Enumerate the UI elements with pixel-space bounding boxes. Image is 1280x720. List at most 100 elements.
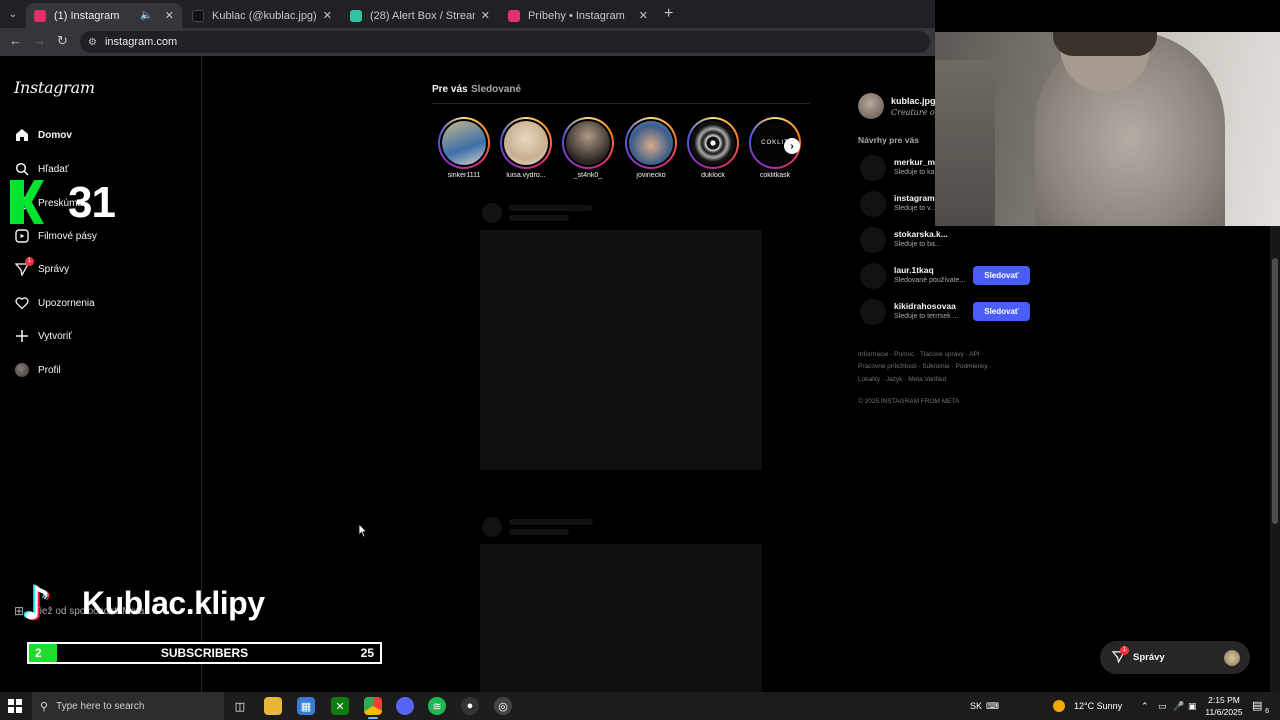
file-explorer-icon[interactable]: [264, 697, 282, 715]
current-username[interactable]: kublac.jpg: [891, 96, 936, 106]
close-tab-icon[interactable]: ✕: [165, 9, 174, 22]
discord-icon[interactable]: [396, 697, 414, 715]
heart-icon: [14, 295, 30, 311]
skeleton-line: [509, 529, 569, 535]
suggestion-username[interactable]: stokarska.k...: [894, 229, 948, 239]
suggestion-item[interactable]: laur.1tkaq Sledované používate...: [858, 262, 968, 290]
nav-search[interactable]: Hľadať: [14, 158, 69, 180]
skeleton-image: [480, 544, 762, 692]
close-tab-icon[interactable]: ✕: [481, 9, 490, 22]
story-item[interactable]: sinker1111: [433, 117, 495, 179]
microphone-icon[interactable]: 🎤: [1173, 692, 1184, 720]
task-view-icon[interactable]: ◫: [231, 697, 249, 715]
tiktok-favicon-icon: [192, 9, 204, 22]
footer-links[interactable]: Informácie · Pomoc · Tlačové správy · AP…: [858, 351, 984, 358]
keyboard-icon[interactable]: ⌨: [986, 692, 999, 720]
nav-messages[interactable]: 1 Správy: [14, 257, 69, 280]
weather-text[interactable]: 12°C Sunny: [1074, 692, 1122, 720]
nav-label: Profil: [38, 364, 61, 376]
nav-reels[interactable]: Filmové pásy: [14, 225, 97, 247]
tab-title: Kublac (@kublac.jpg) | TikTok: [212, 9, 317, 22]
forward-arrow-icon[interactable]: →: [33, 33, 46, 48]
taskbar-search[interactable]: ⚲ Type here to search: [32, 692, 224, 720]
story-avatar: [691, 121, 735, 165]
nav-create[interactable]: Vytvoriť: [14, 325, 72, 347]
avatar: [1224, 650, 1240, 666]
story-avatar: [629, 121, 673, 165]
story-item[interactable]: _st4nk0_: [557, 117, 619, 179]
store-icon[interactable]: ▦: [297, 697, 315, 715]
footer-links[interactable]: Pracovné príležitosti · Súkromie · Podmi…: [858, 363, 992, 370]
follow-button[interactable]: Sledovať: [973, 302, 1030, 321]
avatar: [860, 299, 886, 325]
suggestion-username[interactable]: instagram: [894, 193, 935, 203]
close-tab-icon[interactable]: ✕: [639, 9, 648, 22]
suggestion-item[interactable]: stokarska.k... Sleduje to ba...: [858, 226, 1038, 254]
tab-title: Príbehy • Instagram: [528, 9, 625, 22]
obs-icon[interactable]: ●: [461, 697, 479, 715]
webcam-door: [935, 60, 995, 226]
tiktok-logo-icon: ♪: [22, 576, 52, 630]
tab-instagram[interactable]: (1) Instagram 🔈 ✕: [26, 3, 182, 28]
viewer-counter: 31: [68, 178, 116, 227]
tab-tiktok[interactable]: Kublac (@kublac.jpg) | TikTok ✕: [184, 3, 340, 28]
system-clock[interactable]: 2:15 PM 11/6/2025: [1198, 694, 1250, 718]
new-tab-button[interactable]: +: [664, 5, 673, 23]
avatar: [860, 155, 886, 181]
xbox-icon[interactable]: ✕: [331, 697, 349, 715]
suggestion-item[interactable]: kikidrahosovaa Sleduje to terrrsek ...: [858, 298, 968, 326]
nav-profile[interactable]: Profil: [14, 359, 61, 381]
weather-icon[interactable]: [1053, 692, 1065, 720]
suggestion-username[interactable]: kikidrahosovaa: [894, 301, 956, 311]
messages-pill-button[interactable]: 1 Správy: [1100, 641, 1250, 674]
battery-icon[interactable]: ▭: [1158, 692, 1167, 720]
taskbar-search-placeholder: Type here to search: [56, 700, 145, 712]
language-indicator[interactable]: SK: [970, 692, 982, 720]
network-icon[interactable]: ▣: [1188, 692, 1197, 720]
home-icon: [14, 127, 30, 143]
close-tab-icon[interactable]: ✕: [323, 9, 332, 22]
instagram-logo[interactable]: Instagram: [14, 78, 95, 97]
suggestion-reason: Sleduje to terrrsek ...: [894, 313, 959, 320]
tab-for-you[interactable]: Pre vás: [432, 84, 468, 95]
plus-icon: [14, 328, 30, 344]
follow-button[interactable]: Sledovať: [973, 266, 1030, 285]
story-username: luisa.vydro...: [506, 172, 546, 179]
story-username: sinker1111: [447, 172, 481, 179]
scrollbar-thumb[interactable]: [1272, 258, 1278, 524]
spotify-icon[interactable]: ≋: [428, 697, 446, 715]
stories-next-button[interactable]: ›: [784, 138, 800, 154]
story-item[interactable]: luisa.vydro...: [495, 117, 557, 179]
chrome-icon[interactable]: [364, 697, 382, 719]
site-info-icon[interactable]: ⚙: [88, 37, 97, 48]
avatar: [860, 263, 886, 289]
tab-stories[interactable]: Príbehy • Instagram ✕: [500, 3, 656, 28]
skeleton-line: [509, 215, 569, 221]
tab-following[interactable]: Sledované: [471, 84, 521, 95]
profile-icon-wrap: [14, 362, 30, 378]
footer-links[interactable]: Lokality · Jazyk · Meta Verified: [858, 376, 946, 383]
suggestion-reason: Sleduje to ka...: [894, 169, 941, 176]
notification-badge: 1: [25, 257, 34, 266]
nav-home[interactable]: Domov: [14, 124, 72, 146]
story-item[interactable]: jovinecko: [620, 117, 682, 179]
windows-start-icon[interactable]: [8, 699, 22, 713]
instagram-favicon-icon: [508, 9, 520, 22]
tab-streamlabs[interactable]: (28) Alert Box / Streamlabs ✕: [342, 3, 498, 28]
notification-center-icon[interactable]: ▤ 6: [1252, 699, 1269, 715]
suggestion-username[interactable]: laur.1tkaq: [894, 265, 934, 275]
story-item[interactable]: duklock: [682, 117, 744, 179]
chevron-up-icon[interactable]: ⌃: [1141, 692, 1149, 720]
back-arrow-icon[interactable]: ←: [9, 33, 22, 48]
reload-icon[interactable]: ↻: [57, 33, 68, 49]
speaker-icon[interactable]: 🔈: [140, 10, 152, 21]
recording-app-icon[interactable]: ◎: [494, 697, 512, 715]
tab-search-button[interactable]: ⌄: [4, 5, 22, 23]
avatar[interactable]: [858, 93, 884, 119]
channel-name: Kublac.klipy: [82, 585, 265, 621]
notification-badge: 1: [1120, 645, 1129, 655]
subscriber-label: SUBSCRIBERS: [160, 646, 249, 660]
nav-notifications[interactable]: Upozornenia: [14, 292, 95, 314]
omnibox[interactable]: ⚙ instagram.com: [80, 31, 930, 53]
reels-icon: [14, 228, 30, 244]
